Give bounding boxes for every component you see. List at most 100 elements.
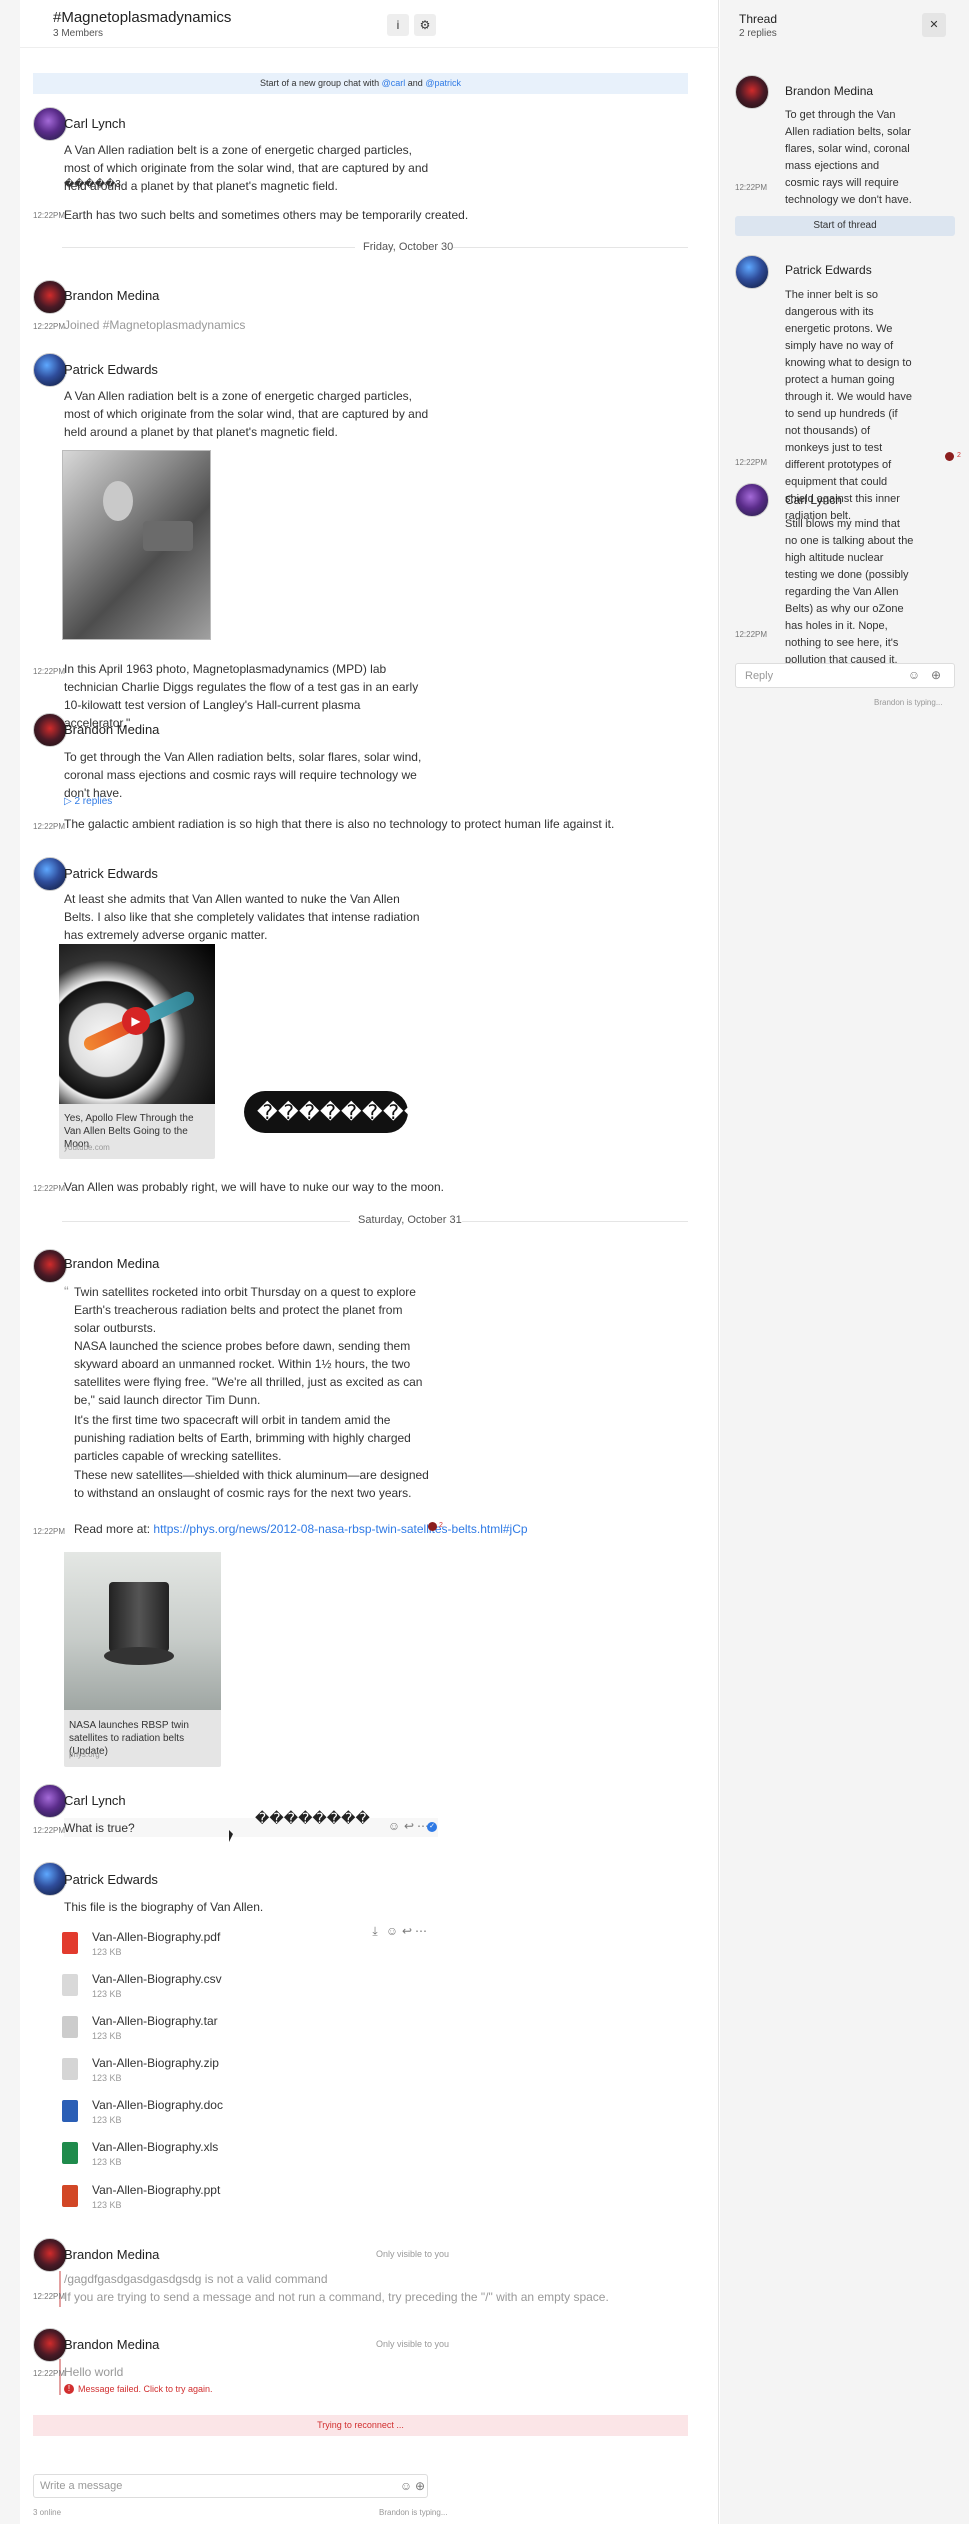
file-size: 123 KB (92, 1947, 122, 1957)
file-attachment[interactable]: Van-Allen-Biography.tar 123 KB (62, 2014, 362, 2054)
file-name[interactable]: Van-Allen-Biography.zip (92, 2056, 219, 2070)
member-count: 3 Members (53, 28, 104, 39)
play-icon[interactable]: ▶ (122, 1007, 150, 1035)
visibility-note: Only visible to you (376, 2249, 450, 2259)
input-placeholder: Write a message (40, 2480, 123, 2492)
photo-attachment[interactable] (62, 450, 211, 640)
reaction-row[interactable]: �������� (255, 1810, 370, 1827)
reconnect-banner: Trying to reconnect ... (33, 2415, 688, 2436)
message-text: Van Allen was probably right, we will ha… (64, 1180, 444, 1194)
file-type-icon (62, 2016, 78, 2038)
file-name[interactable]: Van-Allen-Biography.doc (92, 2098, 223, 2112)
message-text: Earth has two such belts and sometimes o… (64, 208, 469, 222)
file-name[interactable]: Van-Allen-Biography.pdf (92, 1930, 220, 1944)
article-link[interactable]: https://phys.org/news/2012-08-nasa-rbsp-… (153, 1522, 527, 1536)
sender-name[interactable]: Patrick Edwards (64, 1872, 158, 1887)
info-button[interactable]: i (387, 14, 409, 36)
avatar[interactable] (735, 75, 769, 109)
sender-name[interactable]: Carl Lynch (64, 1793, 126, 1808)
download-icon[interactable]: ⤓ (368, 1924, 382, 1938)
emoji-icon[interactable]: ☺ (385, 1924, 399, 1938)
reply-icon[interactable]: ↩ (400, 1924, 414, 1938)
attach-icon[interactable]: ⊕ (413, 2479, 427, 2493)
sender-name[interactable]: Patrick Edwards (785, 263, 872, 277)
quote-paragraph: NASA launched the science probes before … (74, 1339, 423, 1407)
thread-message-text: The inner belt is so dangerous with its … (785, 289, 912, 522)
message-text: At least she admits that Van Allen wante… (64, 892, 420, 942)
avatar[interactable] (33, 857, 67, 891)
file-name[interactable]: Van-Allen-Biography.csv (92, 1972, 222, 1986)
message-time: 12:22PM (33, 1184, 66, 1193)
photo-figure (103, 481, 133, 521)
file-attachment[interactable]: Van-Allen-Biography.doc 123 KB (62, 2098, 362, 2138)
message-time: 12:22PM (33, 211, 66, 220)
sender-name[interactable]: Brandon Medina (64, 2247, 159, 2262)
file-attachment[interactable]: Van-Allen-Biography.xls 123 KB (62, 2140, 362, 2180)
quote-icon: “ (64, 1283, 69, 1299)
quote-paragraph: Twin satellites rocketed into orbit Thur… (74, 1285, 416, 1335)
link-preview-card[interactable]: NASA launches RBSP twin satellites to ra… (64, 1552, 221, 1767)
sender-name[interactable]: Patrick Edwards (64, 866, 158, 881)
avatar[interactable] (33, 1249, 67, 1283)
file-type-icon (62, 2100, 78, 2122)
avatar[interactable] (33, 1862, 67, 1896)
avatar[interactable] (33, 353, 67, 387)
close-icon: ✕ (929, 19, 939, 31)
more-icon[interactable]: ⋯ (414, 1924, 428, 1938)
message-time: 12:22PM (33, 1527, 66, 1536)
failed-message-text: Hello world (64, 2365, 124, 2379)
sender-name[interactable]: Brandon Medina (64, 288, 159, 303)
file-attachment[interactable]: Van-Allen-Biography.csv 123 KB (62, 1972, 362, 2012)
avatar[interactable] (33, 2328, 67, 2362)
thread-reply-input[interactable]: Reply (735, 663, 955, 688)
message-time: 12:22PM (33, 667, 66, 676)
file-name[interactable]: Van-Allen-Biography.ppt (92, 2183, 220, 2197)
avatar[interactable] (33, 713, 67, 747)
emoji-icon[interactable]: ☺ (907, 668, 921, 682)
thread-replies-link[interactable]: ▷ 2 replies (64, 793, 112, 811)
sender-name[interactable]: Brandon Medina (64, 722, 159, 737)
message-text: What is true? (64, 1821, 135, 1835)
gear-icon: ⚙ (419, 18, 431, 32)
sender-name[interactable]: Patrick Edwards (64, 362, 158, 377)
visibility-note: Only visible to you (376, 2339, 450, 2349)
sender-name[interactable]: Brandon Medina (64, 2337, 159, 2352)
file-attachment[interactable]: Van-Allen-Biography.pdf 123 KB (62, 1930, 362, 1970)
avatar[interactable] (33, 2238, 67, 2272)
satellite-base (104, 1647, 174, 1665)
reader-avatar (945, 452, 954, 461)
emoji-icon[interactable]: ☺ (387, 1819, 401, 1833)
reply-icon[interactable]: ↩ (402, 1819, 416, 1833)
mention-patrick[interactable]: @patrick (425, 78, 461, 88)
retry-link[interactable]: Message failed. Click to try again. (78, 2384, 213, 2394)
message-time: 12:22PM (33, 2292, 66, 2301)
system-message: Joined #Magnetoplasmadynamics (64, 318, 246, 332)
avatar[interactable] (33, 1784, 67, 1818)
message-time: 12:22PM (735, 458, 768, 467)
sender-name[interactable]: Brandon Medina (64, 1256, 159, 1271)
avatar[interactable] (33, 107, 67, 141)
channel-header: #Magnetoplasmadynamics 3 Members i ⚙ (20, 0, 719, 48)
file-name[interactable]: Van-Allen-Biography.tar (92, 2014, 218, 2028)
file-size: 123 KB (92, 2157, 122, 2167)
file-attachment[interactable]: Van-Allen-Biography.zip 123 KB (62, 2056, 362, 2096)
sender-name[interactable]: Carl Lynch (64, 116, 126, 131)
channel-title: #Magnetoplasmadynamics (53, 9, 232, 26)
sender-name[interactable]: Brandon Medina (785, 84, 873, 98)
avatar[interactable] (735, 255, 769, 289)
avatar[interactable] (735, 483, 769, 517)
file-type-icon (62, 2058, 78, 2080)
message-input[interactable]: Write a message (33, 2474, 428, 2498)
emoji-icon[interactable]: ☺ (399, 2479, 413, 2493)
message-text: A Van Allen radiation belt is a zone of … (64, 389, 429, 439)
settings-button[interactable]: ⚙ (414, 14, 436, 36)
sender-name[interactable]: Carl Lynch (785, 493, 842, 507)
mention-carl[interactable]: @carl (382, 78, 406, 88)
file-attachment[interactable]: Van-Allen-Biography.ppt 123 KB (62, 2183, 362, 2223)
file-name[interactable]: Van-Allen-Biography.xls (92, 2140, 218, 2154)
attach-icon[interactable]: ⊕ (929, 668, 943, 682)
close-thread-button[interactable]: ✕ (922, 13, 946, 37)
avatar[interactable] (33, 280, 67, 314)
link-preview-card[interactable]: ▶ Yes, Apollo Flew Through the Van Allen… (59, 944, 215, 1159)
start-banner: Start of a new group chat with @carl and… (33, 73, 688, 94)
